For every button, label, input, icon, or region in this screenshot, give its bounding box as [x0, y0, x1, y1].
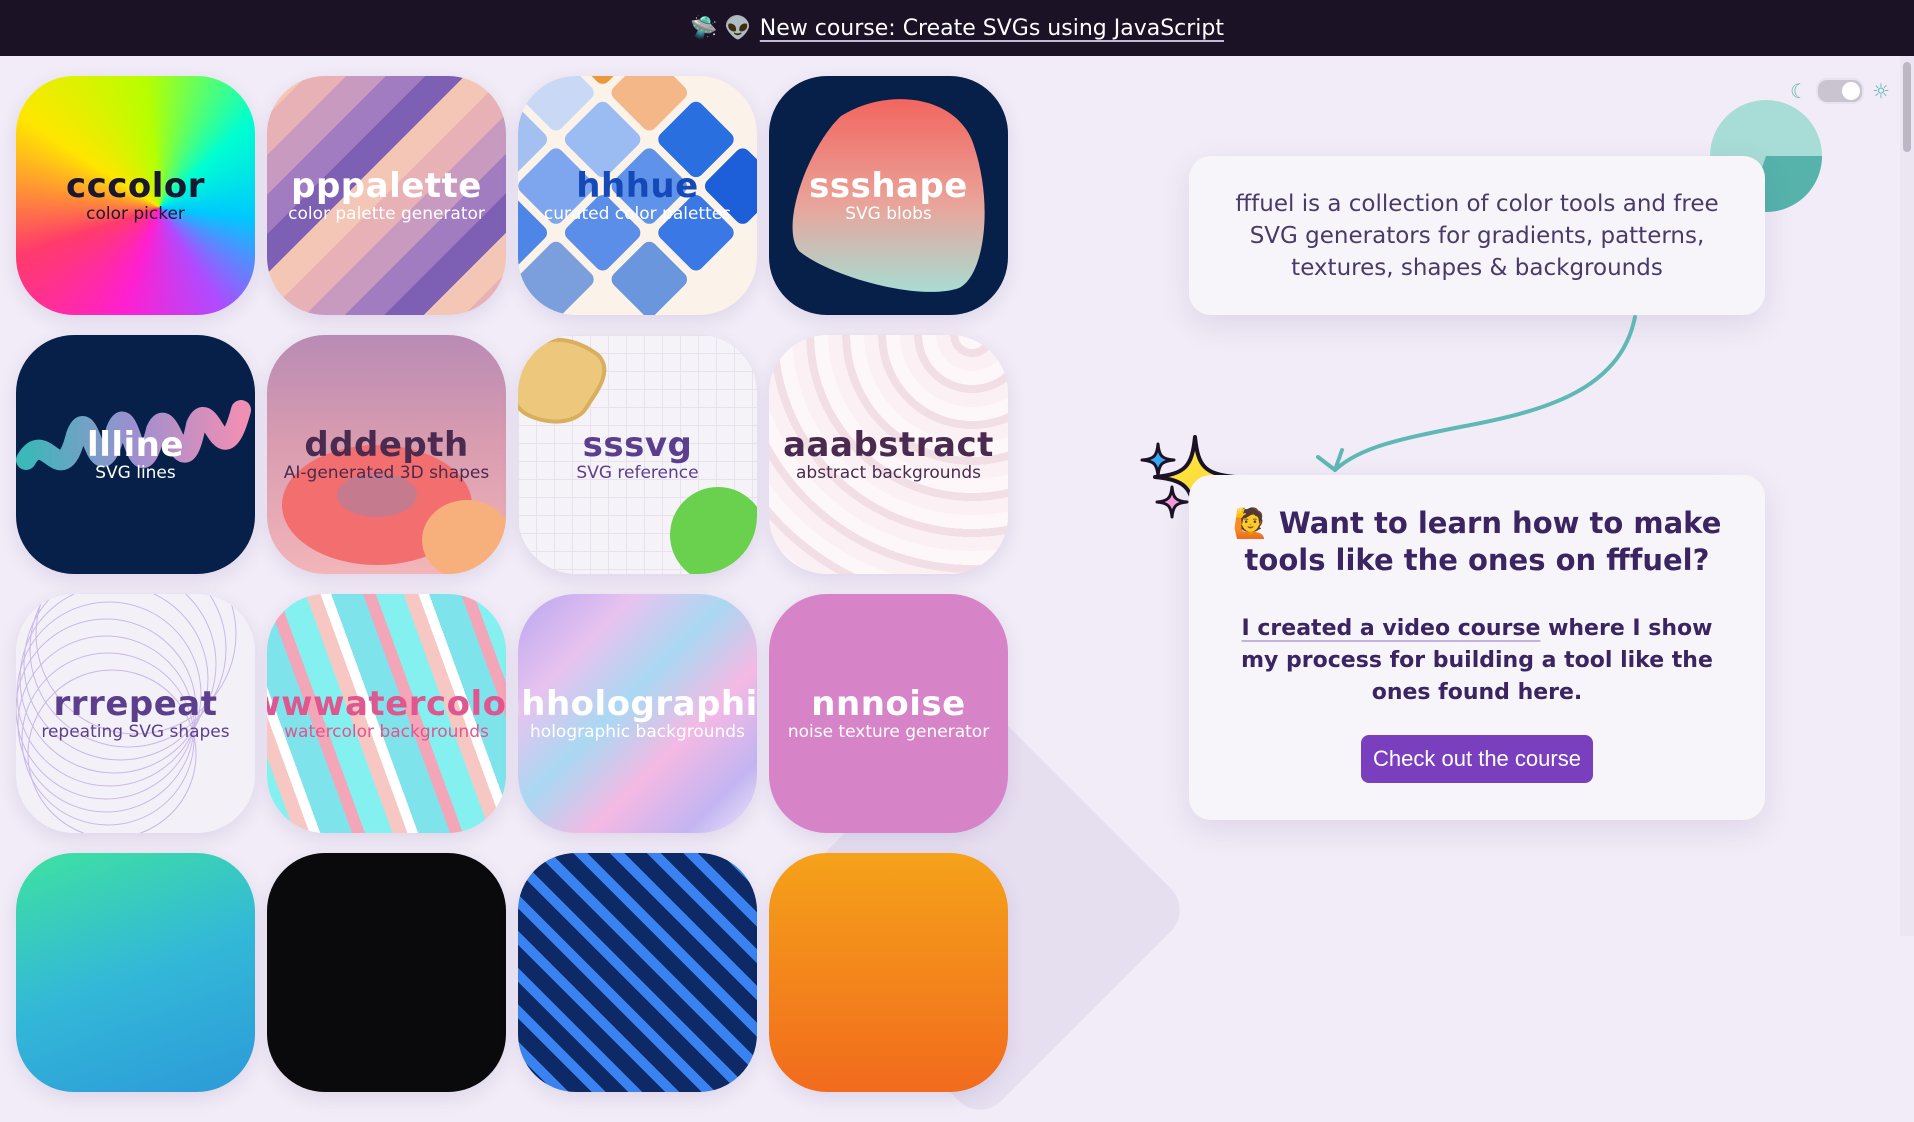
- tile-orange-gradient[interactable]: [769, 853, 1008, 1092]
- tile-ssshape[interactable]: ssshape SVG blobs: [769, 76, 1008, 315]
- course-card: 🙋 Want to learn how to make tools like t…: [1189, 475, 1765, 820]
- tile-subtitle: SVG blobs: [845, 203, 932, 224]
- tile-title: cccolor: [65, 165, 206, 206]
- tile-title: hhholographic: [518, 683, 757, 724]
- scrollbar[interactable]: [1900, 56, 1914, 936]
- tile-subtitle: noise texture generator: [787, 721, 990, 742]
- tile-pppalette[interactable]: pppalette color palette generator: [267, 76, 506, 315]
- tile-subtitle: AI-generated 3D shapes: [283, 462, 490, 483]
- tile-rrrepeat[interactable]: rrrepeat repeating SVG shapes: [16, 594, 255, 833]
- tile-title: sssvg: [582, 424, 693, 465]
- video-course-link[interactable]: I created a video course: [1242, 616, 1541, 641]
- tile-subtitle: SVG reference: [576, 462, 699, 483]
- announcement-banner: 🛸 👽 New course: Create SVGs using JavaSc…: [0, 0, 1914, 56]
- tile-aaabstract[interactable]: aaabstract abstract backgrounds: [769, 335, 1008, 574]
- tile-wwwatercolor[interactable]: wwwatercolor watercolor backgrounds: [267, 594, 506, 833]
- switch-knob: [1841, 82, 1860, 100]
- tile-title: dddepth: [304, 424, 469, 465]
- course-announcement-link[interactable]: New course: Create SVGs using JavaScript: [760, 16, 1224, 41]
- raising-hand-emoji: 🙋: [1232, 506, 1269, 540]
- intro-text: fffuel is a collection of color tools an…: [1235, 190, 1719, 281]
- curved-arrow-icon: [1316, 315, 1637, 472]
- scrollbar-thumb[interactable]: [1903, 62, 1911, 152]
- tile-title: aaabstract: [783, 424, 994, 465]
- tile-sssvg[interactable]: sssvg SVG reference: [518, 335, 757, 574]
- tile-title: rrrepeat: [53, 683, 218, 724]
- course-body: I created a video course where I show my…: [1239, 613, 1715, 709]
- tile-subtitle: repeating SVG shapes: [41, 721, 230, 742]
- tile-subtitle: SVG lines: [95, 462, 176, 483]
- check-out-course-button[interactable]: Check out the course: [1361, 735, 1593, 783]
- tile-subtitle: color picker: [86, 203, 185, 224]
- tile-subtitle: abstract backgrounds: [796, 462, 981, 483]
- intro-card: fffuel is a collection of color tools an…: [1189, 156, 1765, 315]
- ufo-alien-emoji: 🛸 👽: [689, 15, 752, 41]
- sun-icon: ☼: [1871, 79, 1890, 103]
- tile-subtitle: color palette generator: [288, 203, 485, 224]
- tile-dddepth[interactable]: dddepth AI-generated 3D shapes: [267, 335, 506, 574]
- tile-dark-noise[interactable]: [267, 853, 506, 1092]
- tile-hhholographic[interactable]: hhholographic holographic backgrounds: [518, 594, 757, 833]
- tile-subtitle: holographic backgrounds: [530, 721, 745, 742]
- course-heading: 🙋 Want to learn how to make tools like t…: [1219, 505, 1735, 579]
- tile-isometric-pattern[interactable]: [518, 853, 757, 1092]
- tile-hhhue[interactable]: hhhue curated color palettes: [518, 76, 757, 315]
- tile-cccolor[interactable]: cccolor color picker: [16, 76, 255, 315]
- tile-gradient[interactable]: [16, 853, 255, 1092]
- tile-subtitle: watercolor backgrounds: [284, 721, 489, 742]
- tile-title: hhhue: [576, 165, 699, 206]
- tile-title: llline: [87, 424, 184, 465]
- tile-title: wwwatercolor: [267, 683, 506, 724]
- tile-title: ssshape: [809, 165, 968, 206]
- tile-llline[interactable]: llline SVG lines: [16, 335, 255, 574]
- tile-nnnoise[interactable]: nnnoise noise texture generator: [769, 594, 1008, 833]
- tile-subtitle: curated color palettes: [543, 203, 732, 224]
- tile-title: nnnoise: [811, 683, 966, 724]
- course-heading-text: Want to learn how to make tools like the…: [1244, 506, 1722, 577]
- tile-title: pppalette: [291, 165, 482, 206]
